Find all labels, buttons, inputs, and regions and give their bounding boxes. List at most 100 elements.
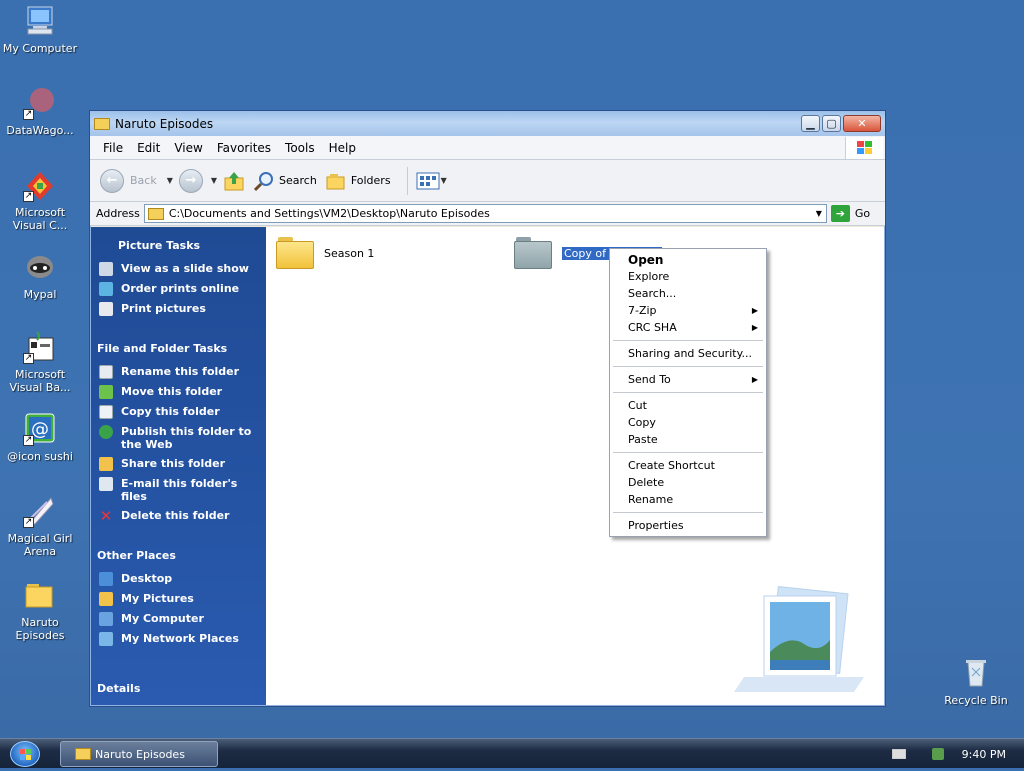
back-button[interactable]: ← Back bbox=[100, 168, 157, 193]
ctx-create-shortcut[interactable]: Create Shortcut bbox=[610, 457, 766, 474]
place-my-pictures[interactable]: My Pictures bbox=[91, 592, 266, 606]
ctx-properties[interactable]: Properties bbox=[610, 517, 766, 534]
task-view-slideshow[interactable]: View as a slide show bbox=[91, 262, 266, 276]
folder-icon bbox=[75, 748, 91, 760]
place-label: Desktop bbox=[121, 572, 173, 585]
task-print-pictures[interactable]: Print pictures bbox=[91, 302, 266, 316]
task-share-folder[interactable]: Share this folder bbox=[91, 457, 266, 471]
go-button[interactable]: ➔ Go bbox=[830, 205, 871, 222]
details-header[interactable]: Details bbox=[97, 682, 140, 695]
desktop-icon-magical-girl-arena[interactable]: ↗ Magical Girl Arena bbox=[0, 494, 80, 558]
window-title: Naruto Episodes bbox=[115, 116, 214, 131]
file-folder-tasks-header[interactable]: File and Folder Tasks bbox=[91, 342, 266, 355]
task-copy-folder[interactable]: Copy this folder bbox=[91, 405, 266, 419]
desktop-icon-visual-c[interactable]: ↗ Microsoft Visual C... bbox=[0, 168, 80, 232]
datawagon-icon: ↗ bbox=[23, 86, 57, 120]
address-input[interactable]: C:\Documents and Settings\VM2\Desktop\Na… bbox=[143, 204, 827, 223]
other-places-header[interactable]: Other Places bbox=[91, 549, 266, 562]
title-bar[interactable]: Naruto Episodes ▁ ▢ ✕ bbox=[90, 111, 885, 136]
ctx-label: Sharing and Security... bbox=[628, 347, 753, 360]
ctx-sharing-security[interactable]: Sharing and Security... bbox=[610, 345, 766, 362]
ctx-7zip[interactable]: 7-Zip ▶ bbox=[610, 302, 766, 319]
menu-help[interactable]: Help bbox=[322, 141, 363, 155]
ctx-open[interactable]: Open bbox=[610, 251, 766, 268]
ctx-label: Delete bbox=[628, 476, 665, 489]
minimize-button[interactable]: ▁ bbox=[801, 115, 820, 132]
desktop-icon-recycle-bin[interactable]: Recycle Bin bbox=[936, 656, 1016, 707]
back-label: Back bbox=[130, 174, 157, 187]
ctx-label: Send To bbox=[628, 373, 671, 386]
start-button[interactable] bbox=[10, 741, 40, 767]
file-view[interactable]: Season 1 Copy of Season 1 bbox=[266, 227, 884, 705]
taskbar-button-naruto-episodes[interactable]: Naruto Episodes bbox=[60, 741, 218, 767]
picture-tasks-header[interactable]: Picture Tasks bbox=[91, 239, 266, 252]
task-delete-folder[interactable]: ✕ Delete this folder bbox=[91, 509, 266, 524]
ctx-rename[interactable]: Rename bbox=[610, 491, 766, 508]
printer-icon bbox=[99, 302, 113, 316]
folder-name: Season 1 bbox=[324, 246, 375, 260]
task-label: Publish this folder to the Web bbox=[121, 425, 252, 451]
ctx-paste[interactable]: Paste bbox=[610, 431, 766, 448]
menu-file[interactable]: File bbox=[96, 141, 130, 155]
desktop-icon-naruto-episodes[interactable]: Naruto Episodes bbox=[0, 578, 80, 642]
forward-arrow-icon[interactable]: → bbox=[178, 168, 203, 193]
desktop-icon-my-computer[interactable]: My Computer bbox=[0, 4, 80, 55]
ctx-send-to[interactable]: Send To ▶ bbox=[610, 371, 766, 388]
clock[interactable]: 9:40 PM bbox=[962, 748, 1006, 761]
ctx-label: Properties bbox=[628, 519, 684, 532]
folder-item[interactable]: Season 1 bbox=[276, 237, 374, 269]
maximize-button[interactable]: ▢ bbox=[822, 115, 841, 132]
place-label: My Network Places bbox=[121, 632, 239, 645]
forward-dropdown-icon[interactable]: ▼ bbox=[211, 176, 217, 185]
task-label: Print pictures bbox=[121, 302, 206, 315]
desktop-icon-mypal[interactable]: Mypal bbox=[0, 250, 80, 301]
ctx-delete[interactable]: Delete bbox=[610, 474, 766, 491]
up-button[interactable] bbox=[223, 170, 245, 192]
address-dropdown-icon[interactable]: ▼ bbox=[812, 205, 826, 222]
go-label: Go bbox=[854, 207, 871, 220]
task-publish-web[interactable]: Publish this folder to the Web bbox=[91, 425, 266, 451]
place-my-computer[interactable]: My Computer bbox=[91, 612, 266, 626]
ctx-copy[interactable]: Copy bbox=[610, 414, 766, 431]
ctx-cut[interactable]: Cut bbox=[610, 397, 766, 414]
ctx-search[interactable]: Search... bbox=[610, 285, 766, 302]
ctx-crc-sha[interactable]: CRC SHA ▶ bbox=[610, 319, 766, 336]
task-email-files[interactable]: E-mail this folder's files bbox=[91, 477, 266, 503]
desktop-icon-label: DataWago... bbox=[6, 124, 74, 137]
network-tray-icon[interactable] bbox=[931, 748, 944, 760]
back-dropdown-icon[interactable]: ▼ bbox=[167, 176, 173, 185]
submenu-arrow-icon: ▶ bbox=[751, 306, 758, 315]
desktop-icon-icon-sushi[interactable]: @ ↗ @icon sushi bbox=[0, 412, 80, 463]
ctx-separator bbox=[613, 392, 763, 393]
ctx-separator bbox=[613, 366, 763, 367]
menu-view[interactable]: View bbox=[167, 141, 209, 155]
desktop-icon-label: Magical Girl Arena bbox=[7, 532, 73, 558]
close-button[interactable]: ✕ bbox=[843, 115, 881, 132]
keyboard-icon[interactable] bbox=[891, 749, 906, 759]
task-move-folder[interactable]: Move this folder bbox=[91, 385, 266, 399]
search-button[interactable]: Search bbox=[253, 170, 317, 192]
menu-favorites[interactable]: Favorites bbox=[210, 141, 278, 155]
menu-edit[interactable]: Edit bbox=[130, 141, 167, 155]
shortcut-arrow-icon: ↗ bbox=[23, 517, 34, 528]
task-rename-folder[interactable]: Rename this folder bbox=[91, 365, 266, 379]
task-order-prints[interactable]: Order prints online bbox=[91, 282, 266, 296]
desktop-icon-label: Recycle Bin bbox=[944, 694, 1008, 707]
back-arrow-icon: ← bbox=[100, 168, 124, 193]
ctx-explore[interactable]: Explore bbox=[610, 268, 766, 285]
desktop-icon-datawagon[interactable]: ↗ DataWago... bbox=[0, 86, 80, 137]
ctx-label: Rename bbox=[628, 493, 674, 506]
place-network[interactable]: My Network Places bbox=[91, 632, 266, 646]
magical-girl-arena-icon: ↗ bbox=[23, 494, 57, 528]
rename-icon bbox=[99, 365, 113, 379]
desktop-icon-visual-basic[interactable]: ↗ Microsoft Visual Ba... bbox=[0, 330, 80, 394]
place-desktop[interactable]: Desktop bbox=[91, 572, 266, 586]
folders-button[interactable]: Folders bbox=[325, 171, 391, 191]
menu-tools[interactable]: Tools bbox=[278, 141, 322, 155]
views-button[interactable]: ▼ bbox=[416, 172, 453, 190]
views-icon bbox=[416, 172, 440, 189]
visual-c-icon: ↗ bbox=[23, 168, 57, 202]
folders-label: Folders bbox=[350, 174, 391, 187]
windows-logo-icon bbox=[845, 137, 883, 159]
ctx-label: Cut bbox=[628, 399, 647, 412]
